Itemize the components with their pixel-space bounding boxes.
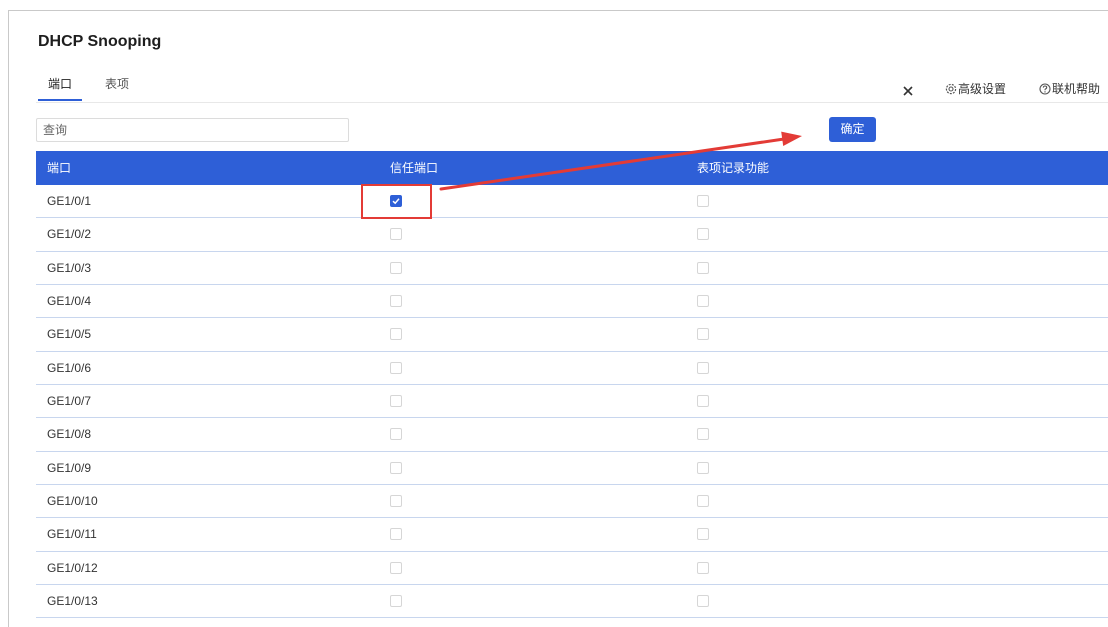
entry-record-cell (686, 195, 1108, 208)
port-name-cell: GE1/0/3 (47, 260, 92, 275)
trusted-port-cell (379, 295, 686, 308)
entry-record-cell (686, 261, 1108, 274)
entry-record-checkbox[interactable] (697, 595, 709, 608)
trusted-port-checkbox[interactable] (390, 361, 402, 374)
page-title: DHCP Snooping (38, 33, 162, 50)
table-row: GE1/0/2 (36, 218, 1108, 252)
port-name-cell: GE1/0/2 (47, 227, 92, 242)
trusted-port-checkbox[interactable] (390, 195, 402, 208)
trusted-port-checkbox[interactable] (390, 228, 402, 241)
entry-record-checkbox[interactable] (697, 361, 709, 374)
trusted-port-checkbox[interactable] (390, 561, 402, 574)
entry-record-cell (686, 428, 1108, 441)
advanced-settings-link[interactable]: 高级设置 (958, 82, 1006, 96)
search-input[interactable] (36, 118, 349, 142)
gear-icon[interactable] (945, 83, 957, 95)
table-header: 端口 信任端口 表项记录功能 (36, 151, 1108, 185)
trusted-port-cell (379, 528, 686, 541)
entry-record-cell (686, 361, 1108, 374)
port-name-cell: GE1/0/5 (47, 327, 92, 342)
entry-record-cell (686, 561, 1108, 574)
tab-entries[interactable]: 表项 (95, 74, 139, 101)
trusted-port-checkbox[interactable] (390, 495, 402, 508)
tab-divider (36, 102, 1108, 103)
trusted-port-cell (379, 395, 686, 408)
column-header-entry-record: 表项记录功能 (697, 161, 770, 175)
table-row: GE1/0/7 (36, 385, 1108, 419)
table-row: GE1/0/11 (36, 518, 1108, 552)
trusted-port-cell (379, 228, 686, 241)
port-name-cell: GE1/0/12 (47, 560, 98, 575)
entry-record-checkbox[interactable] (697, 461, 709, 474)
table-row: GE1/0/12 (36, 552, 1108, 585)
entry-record-cell (686, 495, 1108, 508)
trusted-port-checkbox[interactable] (390, 395, 402, 408)
trusted-port-cell (379, 461, 686, 474)
trusted-port-checkbox[interactable] (390, 428, 402, 441)
help-icon[interactable] (1039, 83, 1051, 95)
trusted-port-checkbox[interactable] (390, 528, 402, 541)
port-name-cell: GE1/0/11 (47, 527, 97, 542)
port-name-cell: GE1/0/6 (47, 360, 92, 375)
trusted-port-cell (379, 495, 686, 508)
table-row: GE1/0/3 (36, 252, 1108, 285)
entry-record-checkbox[interactable] (697, 328, 709, 341)
close-icon[interactable] (903, 86, 913, 96)
entry-record-checkbox[interactable] (697, 395, 709, 408)
entry-record-checkbox[interactable] (697, 228, 709, 241)
port-name-cell: GE1/0/1 (47, 194, 92, 209)
port-name-cell: GE1/0/8 (47, 427, 92, 442)
port-name-cell: GE1/0/4 (47, 294, 92, 309)
trusted-port-checkbox[interactable] (390, 328, 402, 341)
entry-record-checkbox[interactable] (697, 428, 709, 441)
panel-top-border (8, 10, 1108, 11)
entry-record-cell (686, 461, 1108, 474)
entry-record-checkbox[interactable] (697, 195, 709, 208)
entry-record-checkbox[interactable] (697, 495, 709, 508)
entry-record-checkbox[interactable] (697, 295, 709, 308)
trusted-port-checkbox[interactable] (390, 261, 402, 274)
confirm-button[interactable]: 确定 (829, 117, 876, 142)
port-name-cell: GE1/0/7 (47, 394, 92, 409)
trusted-port-checkbox[interactable] (390, 295, 402, 308)
entry-record-checkbox[interactable] (697, 261, 709, 274)
entry-record-cell (686, 295, 1108, 308)
annotation-arrow-head (781, 131, 802, 146)
entry-record-cell (686, 328, 1108, 341)
tab-ports[interactable]: 端口 (38, 74, 82, 101)
trusted-port-cell (379, 328, 686, 341)
entry-record-checkbox[interactable] (697, 528, 709, 541)
table-row: GE1/0/9 (36, 452, 1108, 485)
port-name-cell: GE1/0/9 (47, 460, 92, 475)
trusted-port-checkbox[interactable] (390, 461, 402, 474)
trusted-port-cell (379, 361, 686, 374)
table-row: GE1/0/1 (36, 185, 1108, 219)
entry-record-checkbox[interactable] (697, 561, 709, 574)
table-row: GE1/0/10 (36, 485, 1108, 519)
column-header-port: 端口 (47, 161, 72, 175)
entry-record-cell (686, 528, 1108, 541)
table-row: GE1/0/4 (36, 285, 1108, 319)
entry-record-cell (686, 595, 1108, 608)
table-row: GE1/0/13 (36, 585, 1108, 619)
entry-record-cell (686, 395, 1108, 408)
trusted-port-cell (379, 428, 686, 441)
online-help-link[interactable]: 联机帮助 (1052, 82, 1100, 96)
port-name-cell: GE1/0/13 (47, 594, 98, 609)
port-name-cell: GE1/0/10 (47, 494, 98, 509)
trusted-port-cell (379, 561, 686, 574)
table-row: GE1/0/8 (36, 418, 1108, 452)
panel-left-border (8, 10, 9, 627)
table-body: GE1/0/1 GE1/0/2 GE1/0/3 GE1/0/4 GE1/0/5 GE1/0… (36, 185, 1108, 619)
trusted-port-cell (379, 261, 686, 274)
column-header-trusted-port: 信任端口 (390, 161, 439, 175)
check-mark-icon (392, 198, 400, 205)
port-table: 端口 信任端口 表项记录功能 GE1/0/1 GE1/0/2 GE1/0/3 GE1/… (36, 151, 1108, 619)
trusted-port-cell (379, 595, 686, 608)
table-row: GE1/0/5 (36, 318, 1108, 352)
trusted-port-cell (379, 195, 686, 208)
table-row: GE1/0/6 (36, 352, 1108, 385)
trusted-port-checkbox[interactable] (390, 595, 402, 608)
entry-record-cell (686, 228, 1108, 241)
